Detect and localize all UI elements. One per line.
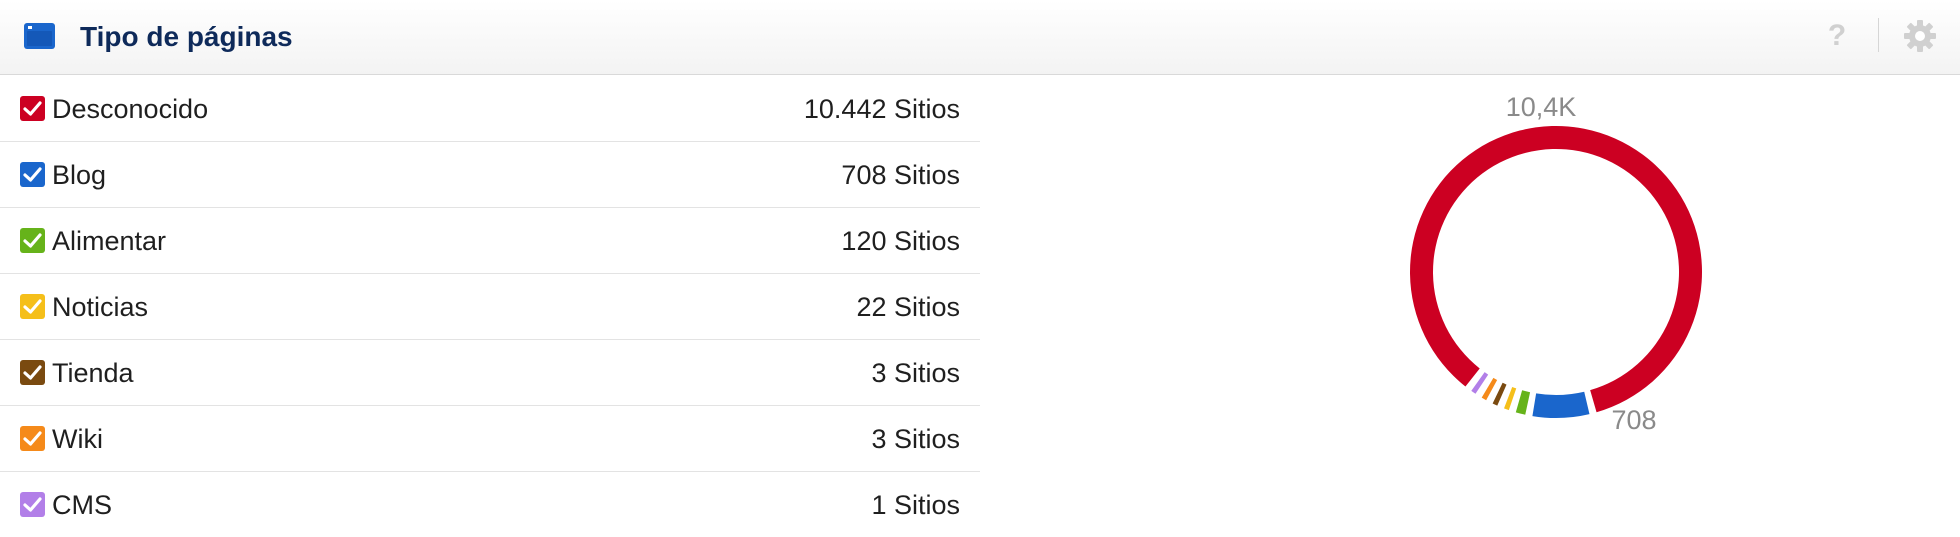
list-item: Tienda 3 Sitios — [0, 340, 980, 406]
checkmark-icon — [23, 167, 42, 182]
item-label: Noticias — [52, 292, 149, 322]
checkmark-icon — [23, 299, 42, 314]
header-divider — [1878, 18, 1879, 52]
checkmark-icon — [23, 233, 42, 248]
list-item: Blog 708 Sitios — [0, 142, 980, 208]
item-label: Wiki — [52, 424, 103, 454]
checkmark-icon — [23, 365, 42, 380]
donut-slice-desconocido[interactable] — [1410, 126, 1702, 413]
page-type-list: Desconocido 10.442 Sitios Blog 708 Sitio… — [0, 76, 980, 537]
item-label: Tienda — [52, 358, 134, 388]
item-value: 3 Sitios — [871, 424, 960, 454]
question-icon[interactable]: ? — [1822, 18, 1852, 54]
item-value: 3 Sitios — [871, 358, 960, 388]
checkbox-alimentar[interactable] — [20, 228, 45, 253]
donut-slice-alimentar[interactable] — [1515, 390, 1531, 415]
item-value: 10.442 Sitios — [803, 94, 960, 124]
checkbox-tienda[interactable] — [20, 360, 45, 385]
donut-slice-tienda[interactable] — [1492, 382, 1507, 406]
donut-data-label: 708 — [1611, 405, 1656, 435]
page-types-widget: Tipo de páginas ? Desconocido 10.442 Sit… — [0, 0, 1960, 536]
donut-slice-blog[interactable] — [1532, 391, 1590, 418]
item-value: 708 Sitios — [841, 160, 960, 190]
donut-slice-noticias[interactable] — [1504, 386, 1517, 411]
item-label: Alimentar — [52, 226, 167, 256]
item-label: CMS — [52, 490, 112, 520]
item-label: Blog — [52, 160, 107, 190]
item-value: 1 Sitios — [871, 490, 960, 520]
checkmark-icon — [23, 497, 42, 512]
browser-window-icon — [24, 23, 55, 49]
gear-icon[interactable] — [1903, 19, 1937, 53]
list-item: Alimentar 120 Sitios — [0, 208, 980, 274]
checkbox-desconocido[interactable] — [20, 96, 45, 121]
item-value: 22 Sitios — [856, 292, 960, 322]
widget-title: Tipo de páginas — [80, 21, 293, 52]
checkbox-wiki[interactable] — [20, 426, 45, 451]
list-item: Wiki 3 Sitios — [0, 406, 980, 472]
donut-chart: 10,4K 708 — [1300, 80, 1800, 460]
checkbox-cms[interactable] — [20, 492, 45, 517]
list-item: Desconocido 10.442 Sitios — [0, 76, 980, 142]
checkbox-noticias[interactable] — [20, 294, 45, 319]
donut-slice-wiki[interactable] — [1481, 377, 1498, 401]
checkmark-icon — [23, 101, 42, 116]
checkbox-blog[interactable] — [20, 162, 45, 187]
list-item: Noticias 22 Sitios — [0, 274, 980, 340]
item-value: 120 Sitios — [841, 226, 960, 256]
checkmark-icon — [23, 431, 42, 446]
list-item: CMS 1 Sitios — [0, 472, 980, 537]
item-label: Desconocido — [52, 94, 209, 124]
widget-header: Tipo de páginas ? — [0, 0, 1960, 75]
donut-chart-svg: 10,4K 708 — [1410, 92, 1702, 435]
donut-data-label: 10,4K — [1506, 92, 1577, 122]
